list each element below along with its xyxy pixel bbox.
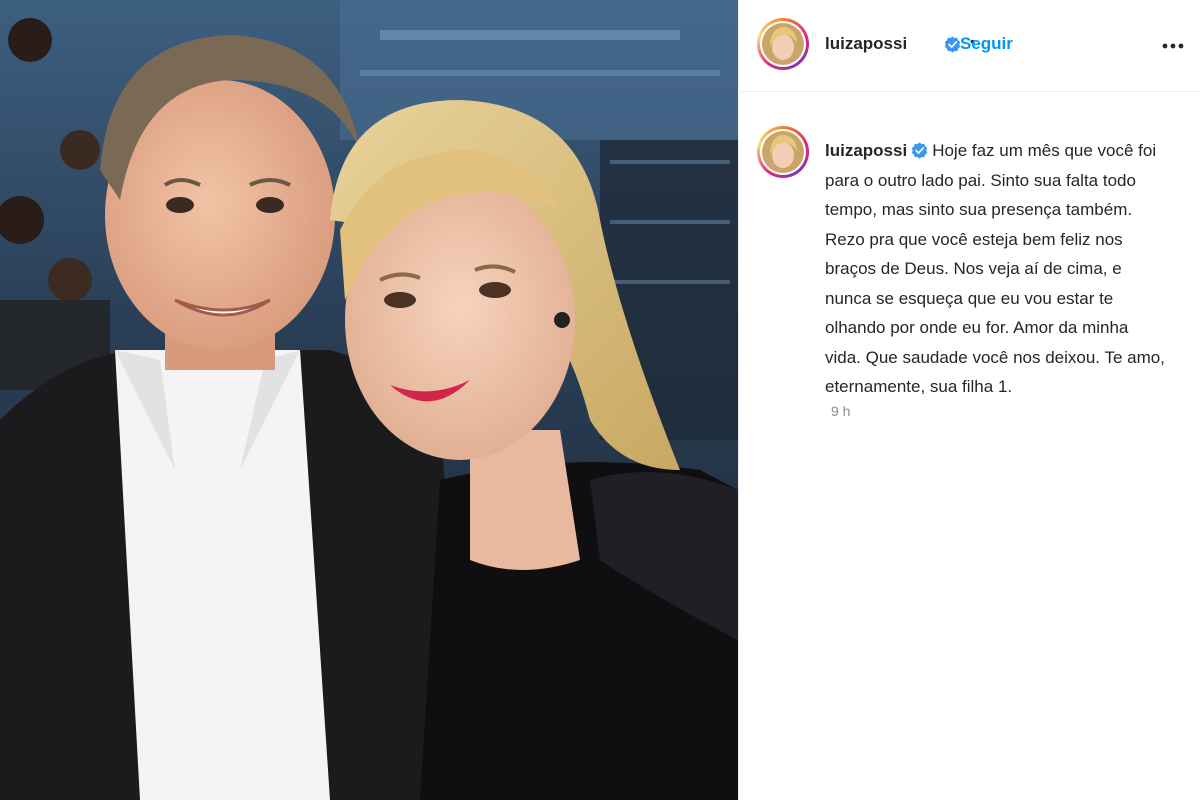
caption-username[interactable]: luizapossi [825, 141, 907, 160]
post-header: luizapossi • Seguir [739, 0, 1200, 92]
verified-badge-wrap [944, 36, 961, 55]
more-options-icon[interactable] [1160, 36, 1186, 56]
post-timestamp[interactable]: 9 h [831, 403, 850, 419]
instagram-post: luizapossi • Seguir luizapossi Hoje faz … [0, 0, 1200, 800]
avatar-photo-icon [762, 23, 804, 65]
author-username[interactable]: luizapossi [825, 34, 907, 54]
verified-badge-icon [912, 142, 928, 159]
caption-body: Hoje faz um mês que você foi para o outr… [825, 141, 1165, 396]
caption-avatar[interactable] [757, 126, 809, 178]
post-photo[interactable] [0, 0, 738, 800]
author-avatar[interactable] [757, 18, 809, 70]
follow-button[interactable]: Seguir [960, 34, 1013, 54]
verified-badge-icon [944, 36, 961, 53]
avatar-photo-icon [762, 131, 804, 173]
photo-illustration [0, 0, 738, 800]
more-horizontal-icon [1162, 43, 1184, 49]
caption-text-block: luizapossi Hoje faz um mês que você foi p… [825, 136, 1165, 402]
post-side-panel: luizapossi • Seguir luizapossi Hoje faz … [738, 0, 1200, 800]
